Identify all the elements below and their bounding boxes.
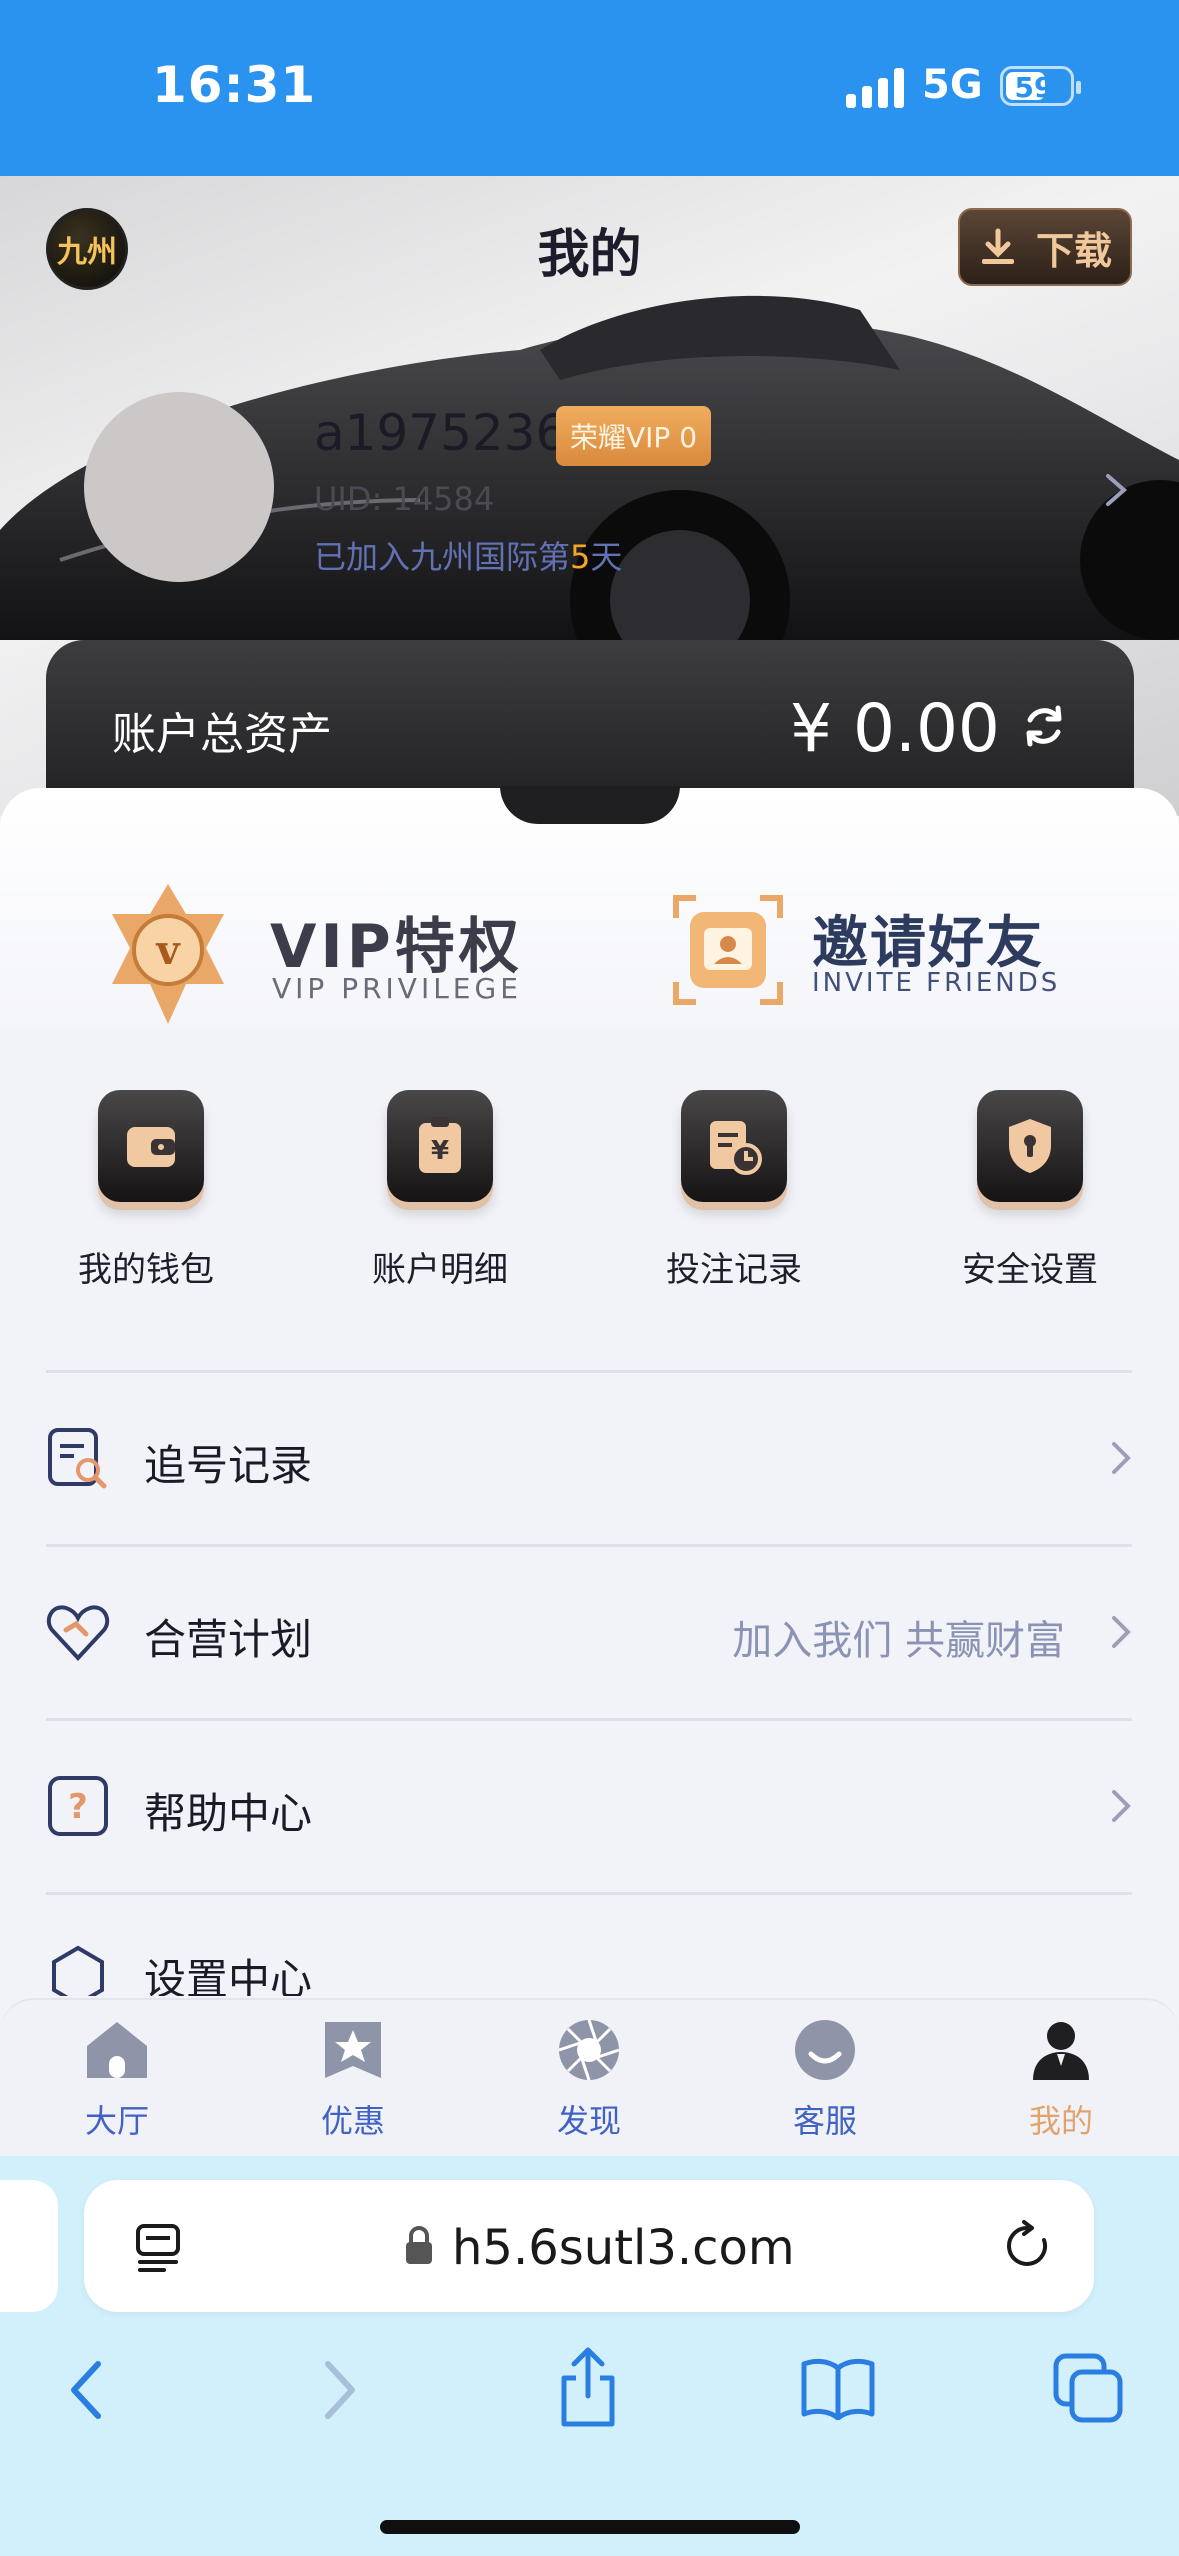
- chevron-right-icon: [1112, 1616, 1131, 1648]
- settings-icon: [52, 1945, 104, 1996]
- bet-record-icon: [681, 1090, 787, 1202]
- svg-text:¥: ¥: [431, 1136, 449, 1166]
- refresh-icon[interactable]: [1018, 700, 1070, 752]
- battery-icon: 59: [1000, 66, 1081, 106]
- search-doc-icon: [48, 1428, 107, 1489]
- menu-divider: [46, 1718, 1132, 1721]
- chevron-right-icon: [1112, 1442, 1131, 1474]
- battery-level: 59: [1014, 71, 1054, 104]
- share-icon[interactable]: [556, 2346, 620, 2430]
- total-assets-value: ¥ 0.00: [790, 690, 1000, 767]
- network-label: 5G: [922, 62, 983, 108]
- avatar[interactable]: [84, 392, 274, 582]
- menu-item-settings-center[interactable]: 设置中心: [46, 1896, 1132, 1996]
- menu-divider: [46, 1544, 1132, 1547]
- tabs-icon[interactable]: [1052, 2352, 1124, 2424]
- smile-icon: [795, 2020, 855, 2080]
- quick-action-label: 投注记录: [666, 1250, 802, 1290]
- previous-tab-preview[interactable]: [0, 2180, 58, 2312]
- tab-customer-service[interactable]: 客服: [725, 2018, 925, 2142]
- quick-action-security[interactable]: 安全设置: [900, 1084, 1160, 1294]
- bookmarks-icon[interactable]: [800, 2356, 876, 2420]
- forward-icon[interactable]: [320, 2358, 360, 2422]
- tab-promotions[interactable]: 优惠: [253, 2018, 453, 2142]
- help-icon: ?: [48, 1776, 108, 1836]
- menu-item-label: 追号记录: [144, 1441, 313, 1490]
- handshake-heart-icon: [46, 1605, 110, 1661]
- menu-item-label: 设置中心: [144, 1955, 313, 1996]
- joined-suffix: 天: [590, 538, 623, 576]
- quick-action-label: 我的钱包: [78, 1250, 214, 1290]
- vip-level-badge: 荣耀VIP 0: [556, 406, 712, 466]
- quick-action-label: 安全设置: [962, 1250, 1098, 1290]
- tab-label: 大厅: [84, 2102, 149, 2140]
- aperture-icon: [558, 2019, 620, 2081]
- chevron-right-icon: [1112, 1790, 1131, 1822]
- tab-label: 客服: [792, 2102, 857, 2140]
- joined-days-text: 已加入九州国际第5天: [314, 532, 622, 578]
- menu-divider: [46, 1892, 1132, 1895]
- shield-lock-icon: [977, 1090, 1083, 1202]
- url-text: h5.6sutl3.com: [452, 2220, 795, 2276]
- menu-item-label: 帮助中心: [144, 1789, 313, 1838]
- invite-friends-subtitle: INVITE FRIENDS: [812, 968, 1061, 998]
- home-indicator: [380, 2520, 800, 2534]
- status-time: 16:31: [152, 56, 317, 114]
- tab-lobby[interactable]: 大厅: [17, 2018, 217, 2142]
- user-icon: [1033, 2022, 1089, 2080]
- total-assets-label: 账户总资产: [112, 709, 332, 760]
- invite-card-icon: [673, 895, 783, 1005]
- wallet-icon: [98, 1090, 204, 1202]
- tab-discover[interactable]: 发现: [489, 2018, 689, 2142]
- download-icon: [981, 228, 1014, 264]
- quick-action-wallet[interactable]: 我的钱包: [16, 1084, 276, 1294]
- tab-label: 发现: [556, 2102, 621, 2140]
- card-notch: [500, 786, 680, 824]
- menu-divider: [46, 1370, 1132, 1373]
- tab-mine[interactable]: 我的: [961, 2018, 1161, 2142]
- yen-clipboard-icon: ¥: [387, 1090, 493, 1202]
- reload-icon[interactable]: [1000, 2218, 1056, 2274]
- vip-privilege-subtitle: VIP PRIVILEGE: [272, 972, 522, 1005]
- tab-label: 优惠: [320, 2102, 385, 2140]
- username: a1975236: [314, 404, 568, 462]
- partner-plan-slogan: 加入我们 共赢财富: [732, 1618, 1065, 1664]
- signal-icon: [846, 68, 904, 108]
- user-uid: UID: 14584: [314, 480, 495, 518]
- lock-icon: [406, 2226, 432, 2264]
- download-label: 下载: [1035, 228, 1112, 273]
- download-button[interactable]: 下载: [958, 208, 1132, 286]
- invite-friends-title: 邀请好友: [812, 911, 1044, 976]
- quick-action-account-details[interactable]: ¥ 账户明细: [310, 1084, 570, 1294]
- vip-star-icon: v: [112, 884, 224, 1024]
- svg-text:?: ?: [68, 1787, 88, 1827]
- tab-label: 我的: [1028, 2102, 1093, 2140]
- quick-action-bet-records[interactable]: 投注记录: [604, 1084, 864, 1294]
- svg-text:v: v: [155, 927, 181, 974]
- back-icon[interactable]: [66, 2358, 106, 2422]
- star-tag-icon: [325, 2022, 381, 2078]
- joined-prefix: 已加入九州国际第: [314, 538, 571, 576]
- profile-chevron-right-icon[interactable]: [1102, 470, 1130, 510]
- quick-action-label: 账户明细: [372, 1250, 508, 1290]
- page-menu-icon[interactable]: [134, 2222, 184, 2272]
- menu-item-label: 合营计划: [144, 1615, 313, 1664]
- home-icon: [87, 2022, 147, 2078]
- joined-days: 5: [570, 538, 591, 576]
